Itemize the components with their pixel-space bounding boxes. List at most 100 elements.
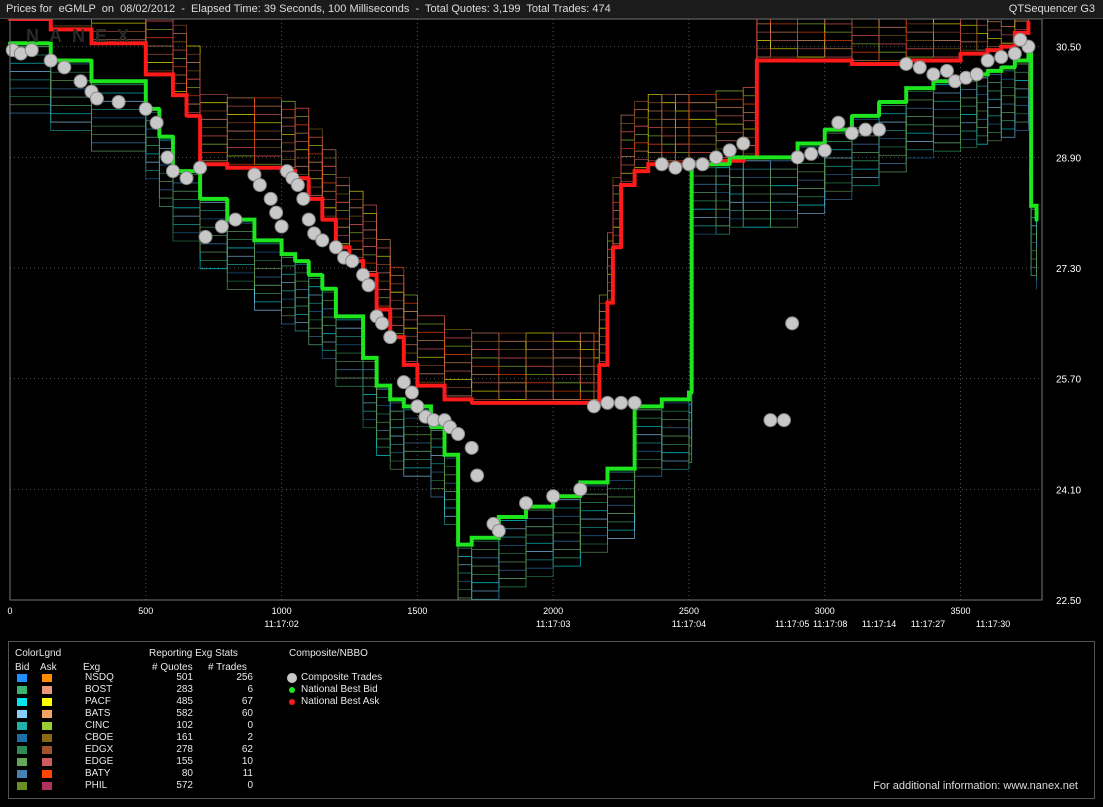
trade-marker	[89, 91, 104, 106]
chart-header: Prices for eGMLP on 08/02/2012 - Elapsed…	[6, 3, 611, 15]
trade-marker	[912, 60, 927, 75]
trade-marker	[57, 60, 72, 75]
title-bar: Prices for eGMLP on 08/02/2012 - Elapsed…	[0, 0, 1103, 19]
legend-panel: ColorLgnd Reporting Exg Stats Composite/…	[8, 641, 1095, 799]
trade-count: 62	[241, 744, 253, 755]
trade-marker	[899, 56, 914, 71]
exchange-name: CBOE	[85, 732, 114, 743]
trade-marker	[858, 122, 873, 137]
trade-marker	[969, 67, 984, 82]
ask-color-swatch	[42, 686, 52, 694]
y-tick-label: 22.50	[1056, 596, 1081, 607]
exchange-name: NSDQ	[85, 672, 114, 683]
x-tick-label: 500	[138, 606, 153, 616]
trade-marker	[519, 496, 533, 511]
exchange-name: BOST	[85, 684, 113, 695]
trade-marker	[193, 160, 208, 175]
bid-color-swatch	[17, 782, 27, 790]
y-tick-label: 25.70	[1056, 375, 1081, 386]
exchange-name: PHIL	[85, 780, 108, 791]
trade-marker	[263, 191, 278, 206]
y-tick-label: 30.50	[1056, 43, 1081, 54]
ask-color-swatch	[42, 674, 52, 682]
x-tick-label: 3000	[815, 606, 835, 616]
ask-color-swatch	[42, 698, 52, 706]
time-label: 11:17:03	[536, 619, 570, 629]
x-tick-label: 0	[7, 606, 12, 616]
trade-count: 256	[236, 672, 253, 683]
nbbo-legend-item: Composite Trades	[287, 672, 587, 684]
exchange-name: EDGX	[85, 744, 114, 755]
trade-marker	[111, 95, 126, 109]
trade-marker	[290, 178, 305, 192]
trade-marker	[375, 316, 390, 331]
trade-marker	[736, 136, 751, 151]
bid-color-swatch	[17, 686, 27, 694]
trade-marker	[926, 67, 941, 82]
legend-stats-title: Reporting Exg Stats	[149, 648, 238, 659]
trade-marker	[491, 523, 506, 538]
trade-marker	[269, 205, 284, 220]
legend-row: BATY 80 11	[9, 768, 309, 780]
nbbo-label: National Best Ask	[301, 696, 380, 707]
trade-count: 2	[247, 732, 253, 743]
nbbo-label: Composite Trades	[301, 672, 383, 683]
bid-color-swatch	[17, 698, 27, 706]
legend-row: CINC 102 0	[9, 720, 309, 732]
trade-marker	[43, 53, 58, 68]
trade-marker	[600, 395, 615, 410]
nbbo-legend-item: National Best Bid	[287, 684, 587, 696]
bid-color-swatch	[17, 734, 27, 742]
footer-note: For additional information: www.nanex.ne…	[873, 780, 1078, 792]
trade-marker	[165, 164, 180, 179]
trade-marker	[980, 53, 995, 68]
x-tick-label: 2500	[679, 606, 699, 616]
trade-marker	[546, 489, 561, 504]
trade-marker	[627, 395, 642, 410]
trade-marker	[804, 146, 819, 161]
bid-color-swatch	[17, 746, 27, 754]
trade-marker	[315, 233, 330, 248]
time-label: 11:17:05	[775, 619, 809, 629]
legend-row: NSDQ 501 256	[9, 672, 309, 684]
bid-color-swatch	[17, 710, 27, 718]
y-tick-label: 27.30	[1056, 264, 1081, 275]
trade-marker	[668, 160, 683, 175]
ask-color-swatch	[42, 782, 52, 790]
trade-marker	[681, 157, 696, 172]
trade-marker	[198, 229, 213, 244]
x-tick-label: 1500	[407, 606, 427, 616]
exchange-name: BATY	[85, 768, 111, 779]
trade-marker	[777, 413, 791, 428]
nbbo-legend-item: National Best Ask	[287, 696, 587, 708]
trade-marker	[383, 330, 398, 345]
trade-marker	[228, 212, 243, 227]
time-label: 11:17:27	[911, 619, 945, 629]
trade-marker	[361, 278, 376, 293]
legend-colorlgnd-title: ColorLgnd	[15, 648, 62, 659]
bid-color-swatch	[17, 770, 27, 778]
y-tick-label: 28.90	[1056, 153, 1081, 164]
ask-color-swatch	[42, 758, 52, 766]
quote-count: 582	[176, 708, 193, 719]
trade-marker	[470, 468, 485, 483]
x-tick-label: 1000	[272, 606, 292, 616]
quote-count: 572	[176, 780, 193, 791]
trade-marker	[1007, 46, 1022, 61]
trade-marker	[709, 150, 724, 165]
trade-marker	[872, 122, 887, 137]
trade-marker	[994, 50, 1009, 65]
exchange-name: CINC	[85, 720, 110, 731]
legend-row: EDGX 278 62	[9, 744, 309, 756]
ask-color-swatch	[42, 722, 52, 730]
ask-color-swatch	[42, 770, 52, 778]
legend-row: EDGE 155 10	[9, 756, 309, 768]
exchange-name: EDGE	[85, 756, 114, 767]
trade-marker	[404, 385, 419, 400]
trade-marker	[345, 254, 360, 269]
trade-count: 0	[247, 720, 253, 731]
trade-marker	[464, 440, 479, 455]
legend-nbbo-title: Composite/NBBO	[289, 648, 368, 659]
trade-marker	[149, 115, 164, 130]
trade-marker	[214, 219, 229, 234]
